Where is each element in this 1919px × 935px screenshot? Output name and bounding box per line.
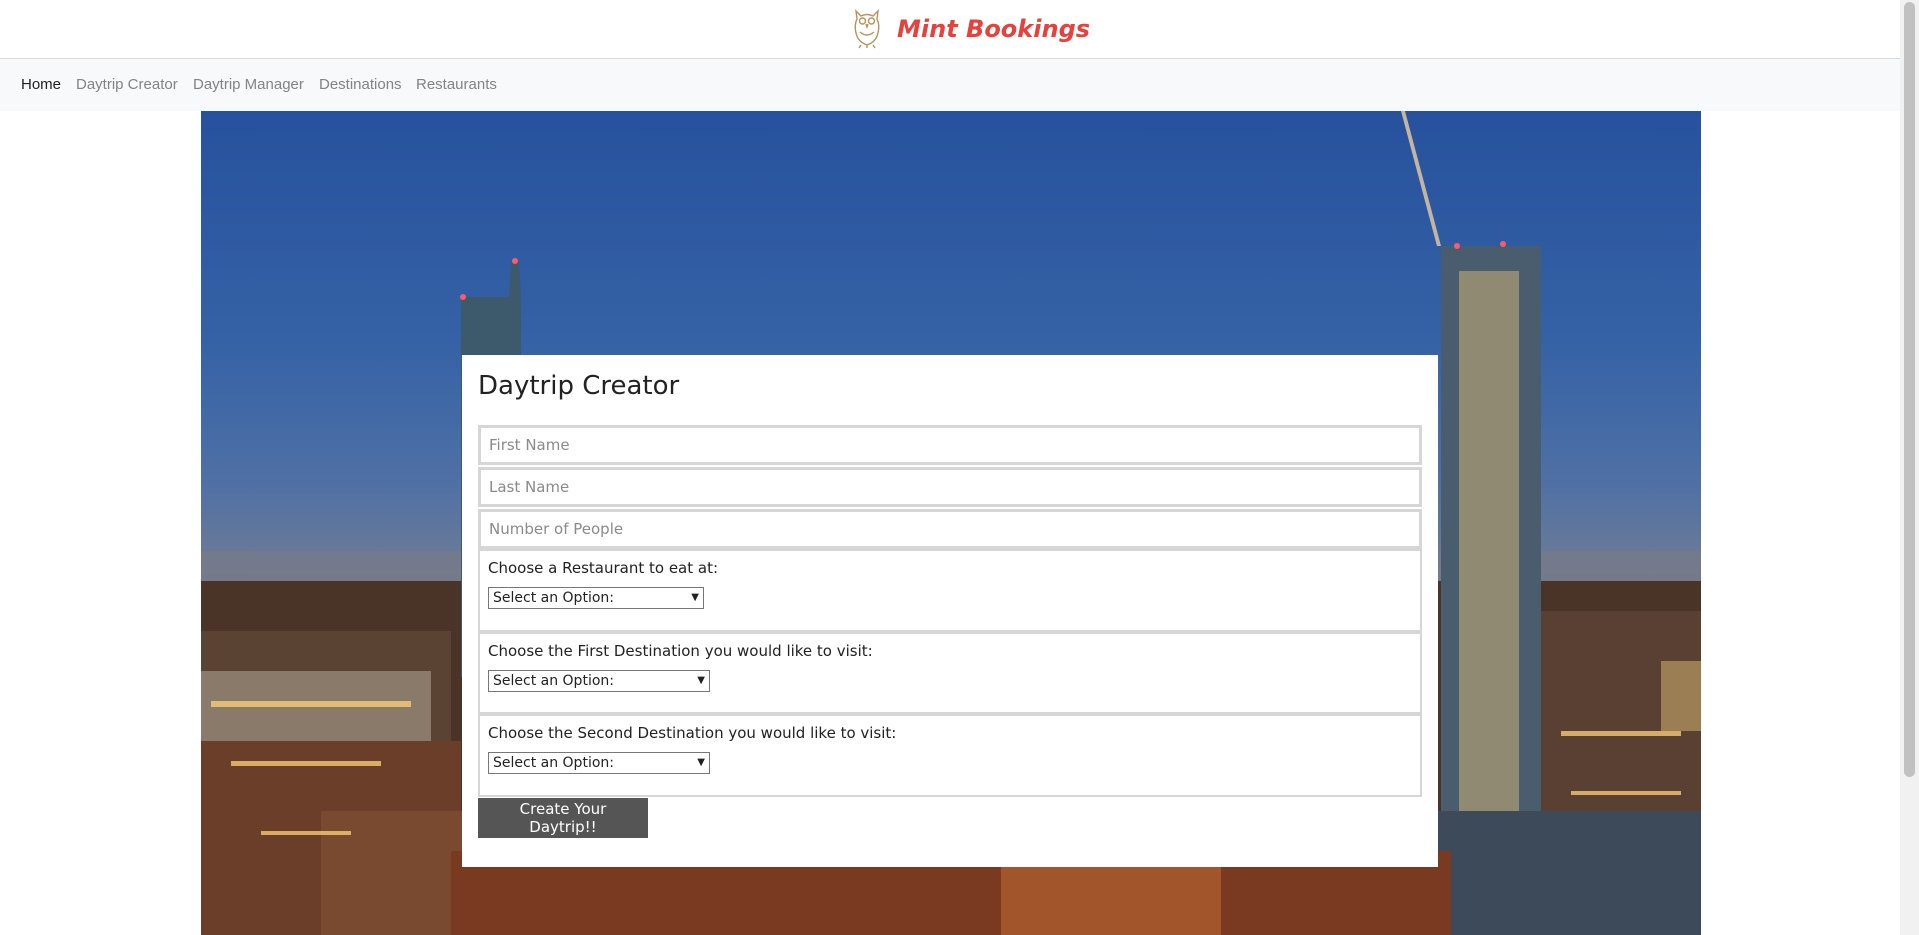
second-destination-select[interactable]: Select an Option: ▼ — [488, 752, 710, 774]
chevron-down-icon: ▼ — [691, 592, 699, 603]
create-daytrip-button[interactable]: Create Your Daytrip!! — [478, 798, 648, 838]
form-title: Daytrip Creator — [478, 371, 680, 401]
daytrip-form-card: Daytrip Creator Choose a Restaurant to e… — [462, 355, 1438, 867]
nav-item-destinations[interactable]: Destinations — [319, 76, 402, 93]
nav-item-home[interactable]: Home — [21, 76, 61, 93]
restaurant-select[interactable]: Select an Option: ▼ — [488, 587, 704, 609]
chevron-down-icon: ▼ — [697, 757, 705, 768]
nav-item-restaurants[interactable]: Restaurants — [416, 76, 497, 93]
scrollbar-thumb[interactable] — [1904, 2, 1915, 777]
first-destination-group: Choose the First Destination you would l… — [478, 632, 1422, 714]
nav-item-daytrip-manager[interactable]: Daytrip Manager — [193, 76, 304, 93]
brand-name: Mint Bookings — [897, 15, 1091, 43]
brand[interactable]: Mint Bookings — [849, 6, 1090, 52]
number-of-people-input[interactable] — [478, 509, 1422, 549]
site-header: Mint Bookings — [0, 0, 1900, 59]
second-destination-select-value: Select an Option: — [493, 755, 614, 771]
first-name-input[interactable] — [478, 425, 1422, 465]
restaurant-label: Choose a Restaurant to eat at: — [488, 559, 719, 577]
nav-bar: Home Daytrip Creator Daytrip Manager Des… — [0, 59, 1900, 111]
chevron-down-icon: ▼ — [697, 675, 705, 686]
restaurant-select-value: Select an Option: — [493, 590, 614, 606]
first-destination-label: Choose the First Destination you would l… — [488, 642, 873, 660]
last-name-input[interactable] — [478, 467, 1422, 507]
restaurant-group: Choose a Restaurant to eat at: Select an… — [478, 549, 1422, 632]
first-destination-select-value: Select an Option: — [493, 673, 614, 689]
scrollbar[interactable] — [1900, 0, 1919, 935]
first-destination-select[interactable]: Select an Option: ▼ — [488, 670, 710, 692]
owl-icon — [849, 5, 885, 53]
nav-item-daytrip-creator[interactable]: Daytrip Creator — [76, 76, 178, 93]
second-destination-label: Choose the Second Destination you would … — [488, 724, 897, 742]
second-destination-group: Choose the Second Destination you would … — [478, 714, 1422, 797]
